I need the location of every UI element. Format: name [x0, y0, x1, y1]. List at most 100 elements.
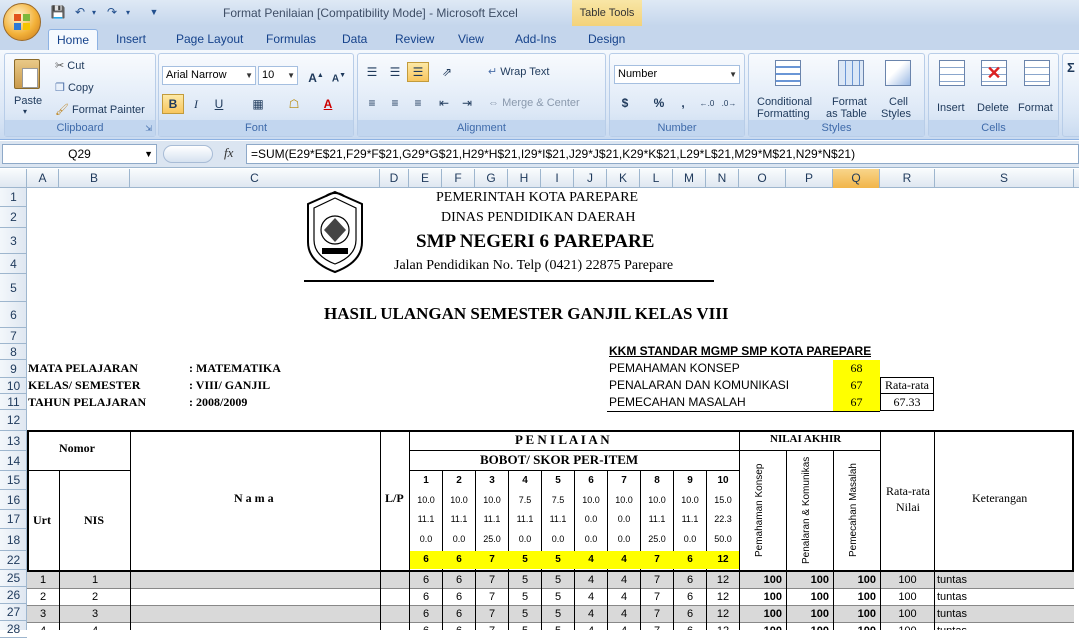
cell-score[interactable]: 5 — [509, 623, 541, 630]
cell-score[interactable]: 4 — [575, 572, 607, 589]
item-weight[interactable]: 25.0 — [476, 529, 508, 550]
save-icon[interactable]: 💾 — [50, 5, 66, 20]
item-number[interactable]: 5 — [542, 471, 574, 490]
item-weight[interactable]: 11.1 — [476, 510, 508, 529]
cell-score[interactable]: 12 — [707, 589, 739, 606]
insert-function-icon[interactable]: fx — [224, 145, 233, 161]
item-number[interactable]: 7 — [608, 471, 640, 490]
cell-score[interactable]: 5 — [542, 589, 574, 606]
item-weight[interactable]: 0.0 — [608, 510, 640, 529]
cell-score[interactable]: 4 — [575, 606, 607, 623]
delete-cells-button[interactable]: ✕ Delete — [974, 58, 1014, 120]
row-header[interactable]: 16 — [0, 490, 27, 510]
cell-pn[interactable]: 100 — [787, 589, 829, 606]
cell-urt[interactable]: 3 — [27, 606, 59, 623]
cell-urt[interactable]: 1 — [27, 572, 59, 589]
cell-score[interactable]: 5 — [509, 589, 541, 606]
item-weight[interactable]: 10.0 — [674, 490, 706, 510]
cell-score[interactable]: 6 — [674, 589, 706, 606]
item-number[interactable]: 10 — [707, 471, 739, 490]
grow-font-button[interactable]: A▲ — [305, 65, 327, 85]
cell-nis[interactable]: 1 — [60, 572, 130, 589]
row-header[interactable]: 25 — [0, 570, 27, 587]
cell-keterangan[interactable]: tuntas — [937, 623, 1057, 630]
cell-score[interactable]: 6 — [443, 623, 475, 630]
item-number[interactable]: 3 — [476, 471, 508, 490]
percent-button[interactable]: % — [648, 93, 670, 113]
item-number[interactable]: 8 — [641, 471, 673, 490]
comma-button[interactable]: , — [672, 93, 694, 113]
row-header[interactable]: 10 — [0, 378, 27, 394]
row-header[interactable]: 11 — [0, 394, 27, 410]
shrink-font-button[interactable]: A▼ — [328, 65, 350, 85]
item-weight[interactable]: 10.0 — [575, 490, 607, 510]
row-header[interactable]: 7 — [0, 328, 27, 344]
row-header[interactable]: 9 — [0, 360, 27, 378]
cell-keterangan[interactable]: tuntas — [937, 606, 1057, 623]
tab-page-layout[interactable]: Page Layout — [168, 29, 251, 50]
row-header[interactable]: 2 — [0, 207, 27, 228]
item-weight[interactable]: 11.1 — [410, 510, 442, 529]
redo-dropdown-icon[interactable]: ▾ — [120, 5, 136, 20]
item-total[interactable]: 4 — [575, 551, 607, 569]
align-top-icon[interactable]: ☰ — [361, 62, 383, 82]
cell-average[interactable]: 100 — [881, 623, 934, 630]
align-middle-icon[interactable]: ☰ — [384, 62, 406, 82]
row-header[interactable]: 18 — [0, 529, 27, 551]
item-weight[interactable]: 0.0 — [608, 529, 640, 550]
item-weight[interactable]: 11.1 — [641, 510, 673, 529]
item-weight[interactable]: 0.0 — [575, 510, 607, 529]
item-number[interactable]: 4 — [509, 471, 541, 490]
column-header[interactable]: S — [935, 169, 1074, 188]
row-header[interactable]: 14 — [0, 451, 27, 471]
cell-pk[interactable]: 100 — [740, 589, 782, 606]
orientation-icon[interactable]: ⇗ — [436, 62, 458, 82]
format-as-table-button[interactable]: Format as Table — [826, 58, 874, 120]
cell-pk[interactable]: 100 — [740, 572, 782, 589]
font-name-select[interactable]: Arial Narrow ▼ — [162, 66, 256, 85]
item-weight[interactable]: 50.0 — [707, 529, 739, 550]
cell-pk[interactable]: 100 — [740, 623, 782, 630]
cell-score[interactable]: 6 — [674, 606, 706, 623]
cut-button[interactable]: ✂ Cut — [55, 59, 84, 72]
align-bottom-icon[interactable]: ☰ — [407, 62, 429, 82]
customize-qat-icon[interactable]: ▼ — [146, 5, 162, 20]
column-header[interactable]: G — [475, 169, 508, 188]
column-header[interactable]: E — [409, 169, 442, 188]
italic-button[interactable]: I — [185, 94, 207, 114]
row-header[interactable]: 27 — [0, 604, 27, 621]
item-total[interactable]: 6 — [443, 551, 475, 569]
item-weight[interactable]: 0.0 — [509, 529, 541, 550]
item-weight[interactable]: 0.0 — [542, 529, 574, 550]
formula-bar-expand[interactable] — [163, 145, 213, 163]
item-weight[interactable]: 11.1 — [674, 510, 706, 529]
item-weight[interactable]: 10.0 — [410, 490, 442, 510]
item-total[interactable]: 6 — [410, 551, 442, 569]
item-weight[interactable]: 0.0 — [674, 529, 706, 550]
item-number[interactable]: 6 — [575, 471, 607, 490]
column-header[interactable]: I — [541, 169, 574, 188]
cell-score[interactable]: 6 — [674, 572, 706, 589]
formula-input[interactable]: =SUM(E29*E$21,F29*F$21,G29*G$21,H29*H$21… — [246, 144, 1079, 164]
clipboard-launcher-icon[interactable]: ⇲ — [145, 124, 152, 133]
align-right-icon[interactable]: ≡ — [407, 93, 429, 113]
item-number[interactable]: 2 — [443, 471, 475, 490]
increase-indent-icon[interactable]: ⇥ — [456, 93, 478, 113]
cell-pm[interactable]: 100 — [834, 572, 876, 589]
cell-pn[interactable]: 100 — [787, 572, 829, 589]
column-header[interactable]: C — [130, 169, 380, 188]
cell-pn[interactable]: 100 — [787, 606, 829, 623]
cell-score[interactable]: 6 — [410, 572, 442, 589]
item-total[interactable]: 12 — [707, 551, 739, 569]
cell-score[interactable]: 4 — [575, 589, 607, 606]
borders-icon[interactable]: ▦ — [247, 94, 269, 114]
cell-score[interactable]: 7 — [476, 589, 508, 606]
copy-button[interactable]: ❐ Copy — [55, 81, 94, 94]
row-header[interactable]: 6 — [0, 302, 27, 328]
item-number[interactable]: 1 — [410, 471, 442, 490]
cell-score[interactable]: 7 — [641, 589, 673, 606]
cell-keterangan[interactable]: tuntas — [937, 589, 1057, 606]
cell-score[interactable]: 4 — [575, 623, 607, 630]
cell-score[interactable]: 7 — [476, 606, 508, 623]
fill-color-icon[interactable]: ☖ — [283, 94, 305, 114]
